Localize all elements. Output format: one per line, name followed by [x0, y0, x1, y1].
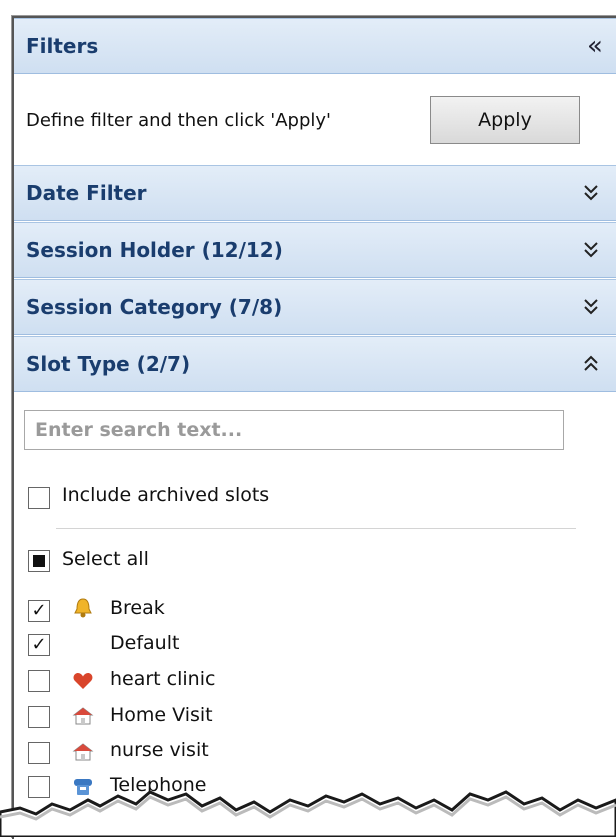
slot-type-label-break: Break [110, 597, 165, 619]
slot-type-checkbox-default[interactable]: ✓ [28, 634, 50, 656]
divider [56, 528, 576, 529]
slot-type-label-default: Default [110, 632, 180, 654]
section-title: Slot Type (2/7) [26, 352, 191, 376]
section-title: Date Filter [26, 181, 147, 205]
chevron-double-down-icon[interactable] [578, 223, 604, 277]
include-archived-checkbox[interactable] [28, 487, 50, 509]
filters-header: Filters « [14, 18, 616, 74]
house-icon [72, 707, 94, 725]
slot-type-label-home-visit: Home Visit [110, 704, 213, 726]
section-title: Session Holder (12/12) [26, 238, 283, 262]
filters-panel: Filters « Define filter and then click '… [12, 16, 616, 839]
chevron-double-up-icon[interactable] [578, 337, 604, 391]
slot-type-label-nurse-visit: nurse visit [110, 739, 209, 761]
section-date-filter[interactable]: Date Filter [14, 165, 616, 221]
bell-icon [74, 598, 92, 618]
house-icon [72, 743, 94, 761]
filters-title: Filters [26, 34, 99, 58]
apply-button[interactable]: Apply [430, 96, 580, 144]
section-slot-type[interactable]: Slot Type (2/7) [14, 336, 616, 392]
slot-type-checkbox-break[interactable]: ✓ [28, 600, 50, 622]
section-session-category[interactable]: Session Category (7/8) [14, 279, 616, 335]
chevron-double-down-icon[interactable] [578, 166, 604, 220]
torn-edge [0, 790, 616, 837]
select-all-checkbox[interactable] [28, 550, 50, 572]
slot-type-checkbox-heart-clinic[interactable] [28, 670, 50, 692]
slot-type-checkbox-home-visit[interactable] [28, 706, 50, 728]
section-title: Session Category (7/8) [26, 295, 283, 319]
filter-instruction: Define filter and then click 'Apply' [26, 110, 331, 131]
double-chevron-left-icon[interactable]: « [582, 19, 608, 73]
section-session-holder[interactable]: Session Holder (12/12) [14, 222, 616, 278]
heart-icon [73, 673, 93, 689]
select-all-label: Select all [62, 548, 149, 570]
slot-type-label-heart-clinic: heart clinic [110, 668, 216, 690]
chevron-double-down-icon[interactable] [578, 280, 604, 334]
slot-type-checkbox-nurse-visit[interactable] [28, 742, 50, 764]
include-archived-label: Include archived slots [62, 484, 270, 506]
search-input[interactable] [24, 410, 564, 450]
